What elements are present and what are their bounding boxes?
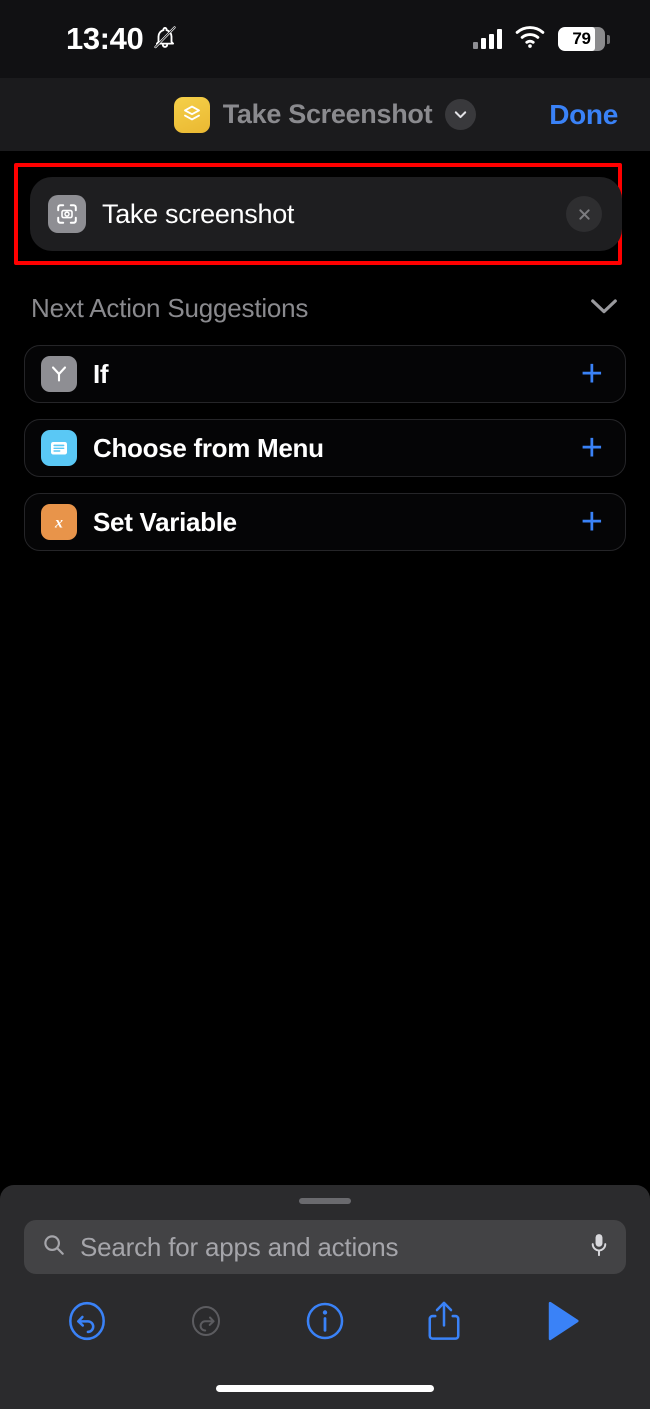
- battery-percent: 79: [572, 29, 591, 48]
- bottom-sheet: Search for apps and actions: [0, 1185, 650, 1409]
- info-button[interactable]: [297, 1293, 353, 1349]
- run-button[interactable]: [535, 1293, 591, 1349]
- plus-icon[interactable]: +: [581, 429, 603, 467]
- suggestion-row-if[interactable]: If +: [24, 345, 626, 403]
- undo-button[interactable]: [59, 1293, 115, 1349]
- search-bar[interactable]: Search for apps and actions: [24, 1220, 626, 1274]
- suggestions-list: If + Choose from Menu + x Set Variable +: [24, 345, 626, 567]
- share-button[interactable]: [416, 1293, 472, 1349]
- editor-toolbar: [0, 1289, 650, 1353]
- navigation-bar: Take Screenshot Done: [0, 78, 650, 151]
- status-bar-right: 79: [473, 25, 610, 53]
- wifi-icon: [515, 25, 545, 53]
- chevron-down-icon[interactable]: [445, 99, 477, 130]
- status-time: 13:40: [66, 21, 144, 56]
- suggestion-label: Choose from Menu: [93, 432, 324, 463]
- shortcuts-editor-screen: 13:40 79 Take Screenshot Done Take scree…: [0, 0, 650, 1409]
- next-action-suggestions-header[interactable]: Next Action Suggestions: [31, 293, 619, 324]
- screenshot-camera-icon: [48, 195, 86, 233]
- battery-icon: 79: [558, 27, 610, 51]
- close-circle-icon[interactable]: [566, 196, 602, 232]
- suggestion-row-set-variable[interactable]: x Set Variable +: [24, 493, 626, 551]
- branch-icon: [41, 356, 77, 392]
- search-icon: [42, 1233, 66, 1262]
- drag-handle[interactable]: [299, 1198, 351, 1204]
- suggestion-label: If: [93, 358, 109, 389]
- shortcuts-layers-icon: [173, 96, 210, 133]
- suggestion-row-choose-from-menu[interactable]: Choose from Menu +: [24, 419, 626, 477]
- plus-icon[interactable]: +: [581, 355, 603, 393]
- action-card-take-screenshot[interactable]: Take screenshot: [30, 177, 622, 251]
- chevron-down-icon[interactable]: [589, 297, 619, 320]
- svg-text:x: x: [54, 515, 63, 532]
- plus-icon[interactable]: +: [581, 503, 603, 541]
- page-title: Take Screenshot: [222, 99, 433, 129]
- status-bar: 13:40 79: [0, 0, 650, 78]
- search-input[interactable]: Search for apps and actions: [80, 1232, 574, 1263]
- redo-button[interactable]: [178, 1293, 234, 1349]
- suggestions-title: Next Action Suggestions: [31, 293, 309, 323]
- status-bar-left: 13:40: [66, 21, 178, 57]
- home-indicator: [216, 1385, 434, 1392]
- microphone-icon[interactable]: [588, 1232, 610, 1263]
- cellular-signal-icon: [473, 29, 502, 49]
- menu-list-icon: [41, 430, 77, 466]
- action-label: Take screenshot: [102, 198, 295, 229]
- variable-x-icon: x: [41, 504, 77, 540]
- suggestion-label: Set Variable: [93, 506, 237, 537]
- bell-slash-icon: [152, 24, 178, 55]
- done-button[interactable]: Done: [549, 99, 618, 131]
